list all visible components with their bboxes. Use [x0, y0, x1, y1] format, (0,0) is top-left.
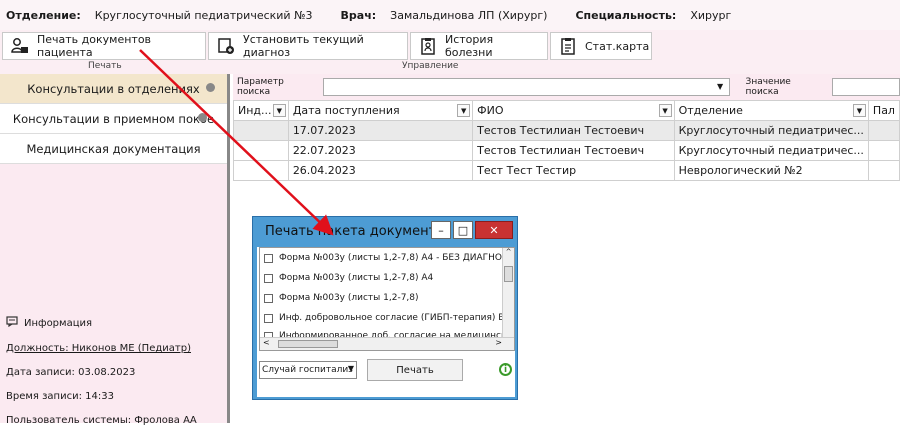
search-value-input[interactable] — [832, 78, 900, 96]
statcard-label: Стат.карта — [585, 39, 650, 53]
nav-item-reception-consultations[interactable]: Консультации в приемном покое — [0, 104, 227, 134]
table-row[interactable]: 22.07.2023 Тестов Тестилиан Тестоевич Кр… — [233, 140, 900, 161]
info-date: Дата записи: 03.08.2023 — [6, 367, 136, 378]
patients-table: Инд... ▼ Дата поступления ▼ ФИО ▼ Отделение… — [233, 100, 900, 181]
list-item[interactable]: Форма №003у (листы 1,2-7,8) — [260, 288, 514, 308]
maximize-icon[interactable]: □ — [453, 221, 473, 239]
print-docs-button[interactable]: Печать документов пациента — [2, 32, 206, 60]
dialog-body: Форма №003у (листы 1,2-7,8) А4 - БЕЗ ДИА… — [257, 247, 515, 397]
column-header-ward[interactable]: Пал — [867, 100, 900, 121]
close-icon[interactable]: ✕ — [475, 221, 513, 239]
list-item[interactable]: Форма №003у (листы 1,2-7,8) А4 — [260, 268, 514, 288]
column-header-fio[interactable]: ФИО ▼ — [472, 100, 675, 121]
print-docs-label: Печать документов пациента — [37, 33, 152, 59]
table-row[interactable]: 17.07.2023 Тестов Тестилиан Тестоевич Кр… — [233, 120, 900, 141]
diagnosis-icon — [217, 37, 235, 55]
print-package-dialog: Печать пакета документов – □ ✕ Форма №00… — [252, 216, 518, 400]
dept-label: Отделение: — [6, 8, 81, 22]
document-list-icon — [559, 37, 577, 55]
set-diagnosis-button[interactable]: Установить текущий диагноз — [208, 32, 408, 60]
info-icon — [6, 316, 18, 330]
document-checklist: Форма №003у (листы 1,2-7,8) А4 - БЕЗ ДИА… — [259, 247, 515, 351]
doctor-value: Замальдинова ЛП (Хирург) — [390, 8, 548, 22]
print-group-caption: Печать — [88, 61, 122, 71]
checkbox[interactable] — [264, 313, 273, 323]
case-type-select[interactable]: Случай госпитализ ▼ — [259, 361, 357, 379]
spec-label: Специальность: — [575, 8, 677, 22]
search-param-label: Параметр поиска — [237, 77, 284, 97]
info-time: Время записи: 14:33 — [6, 391, 114, 402]
info-circle-icon[interactable]: i — [499, 363, 512, 376]
search-param-select[interactable]: ▼ — [323, 78, 730, 96]
chevron-down-icon: ▼ — [347, 364, 354, 373]
nav-item-label: Консультации в отделениях — [27, 81, 200, 96]
column-header-index[interactable]: Инд... ▼ — [233, 100, 289, 121]
list-item[interactable]: Инф. добровольное согласие (ГИБП-терапия… — [260, 308, 514, 328]
set-diagnosis-label: Установить текущий диагноз — [243, 33, 364, 59]
spec-value: Хирург — [690, 8, 732, 22]
scroll-thumb[interactable] — [278, 340, 338, 348]
scroll-right-icon[interactable]: > — [495, 338, 502, 347]
filter-dropdown-icon[interactable]: ▼ — [272, 104, 286, 117]
checkbox[interactable] — [264, 273, 273, 283]
doctor-label: Врач: — [340, 8, 377, 22]
manage-group-caption: Управление — [402, 61, 459, 71]
info-user: Пользователь системы: Фролова АА — [6, 415, 197, 426]
clipboard-icon — [419, 37, 437, 55]
filter-dropdown-icon[interactable]: ▼ — [457, 104, 471, 117]
nav-item-label: Консультации в приемном покое — [12, 111, 215, 126]
nav-item-dept-consultations[interactable]: Консультации в отделениях — [0, 74, 227, 104]
info-position-link[interactable]: Должность: Никонов МЕ (Педиатр) — [6, 343, 227, 354]
history-button[interactable]: История болезни — [410, 32, 548, 60]
person-print-icon — [11, 37, 29, 55]
dialog-titlebar[interactable]: Печать пакета документов – □ ✕ — [253, 217, 517, 245]
checkbox[interactable] — [264, 253, 273, 263]
scroll-left-icon[interactable]: < — [263, 338, 270, 347]
filter-dropdown-icon[interactable]: ▼ — [852, 104, 866, 117]
statcard-button[interactable]: Стат.карта — [550, 32, 652, 60]
list-item[interactable]: Форма №003у (листы 1,2-7,8) А4 - БЕЗ ДИА… — [260, 248, 514, 268]
chevron-down-icon: ▼ — [716, 82, 724, 91]
filter-dropdown-icon[interactable]: ▼ — [658, 104, 672, 117]
search-bar: Параметр поиска ▼ Значение поиска — [233, 74, 900, 100]
left-nav-panel: Консультации в отделениях Консультации в… — [0, 74, 230, 426]
vertical-scrollbar[interactable]: ^ — [502, 248, 514, 338]
header-bar: Отделение: Круглосуточный педиатрический… — [0, 0, 900, 30]
scroll-up-icon[interactable]: ^ — [503, 248, 514, 256]
column-header-date[interactable]: Дата поступления ▼ — [287, 100, 474, 121]
table-row[interactable]: 26.04.2023 Тест Тест Тестир Неврологичес… — [233, 160, 900, 181]
ribbon-toolbar: Печать документов пациента Установить те… — [0, 30, 900, 74]
scroll-thumb[interactable] — [504, 266, 513, 282]
dept-value: Круглосуточный педиатрический №3 — [94, 8, 313, 22]
info-title: Информация — [24, 317, 93, 329]
dialog-title: Печать пакета документов — [265, 223, 452, 239]
column-header-department[interactable]: Отделение ▼ — [673, 100, 869, 121]
status-dot-icon — [198, 113, 207, 122]
minimize-icon[interactable]: – — [431, 221, 451, 239]
checkbox[interactable] — [264, 293, 273, 303]
status-dot-icon — [206, 83, 215, 92]
print-button[interactable]: Печать — [367, 359, 463, 381]
nav-item-medical-docs[interactable]: Медицинская документация — [0, 134, 227, 164]
info-section: Информация Должность: Никонов МЕ (Педиат… — [0, 316, 227, 439]
search-value-label: Значение поиска — [745, 77, 791, 97]
history-label: История болезни — [445, 33, 494, 59]
horizontal-scrollbar[interactable]: < > — [260, 337, 514, 350]
nav-item-label: Медицинская документация — [26, 141, 201, 156]
